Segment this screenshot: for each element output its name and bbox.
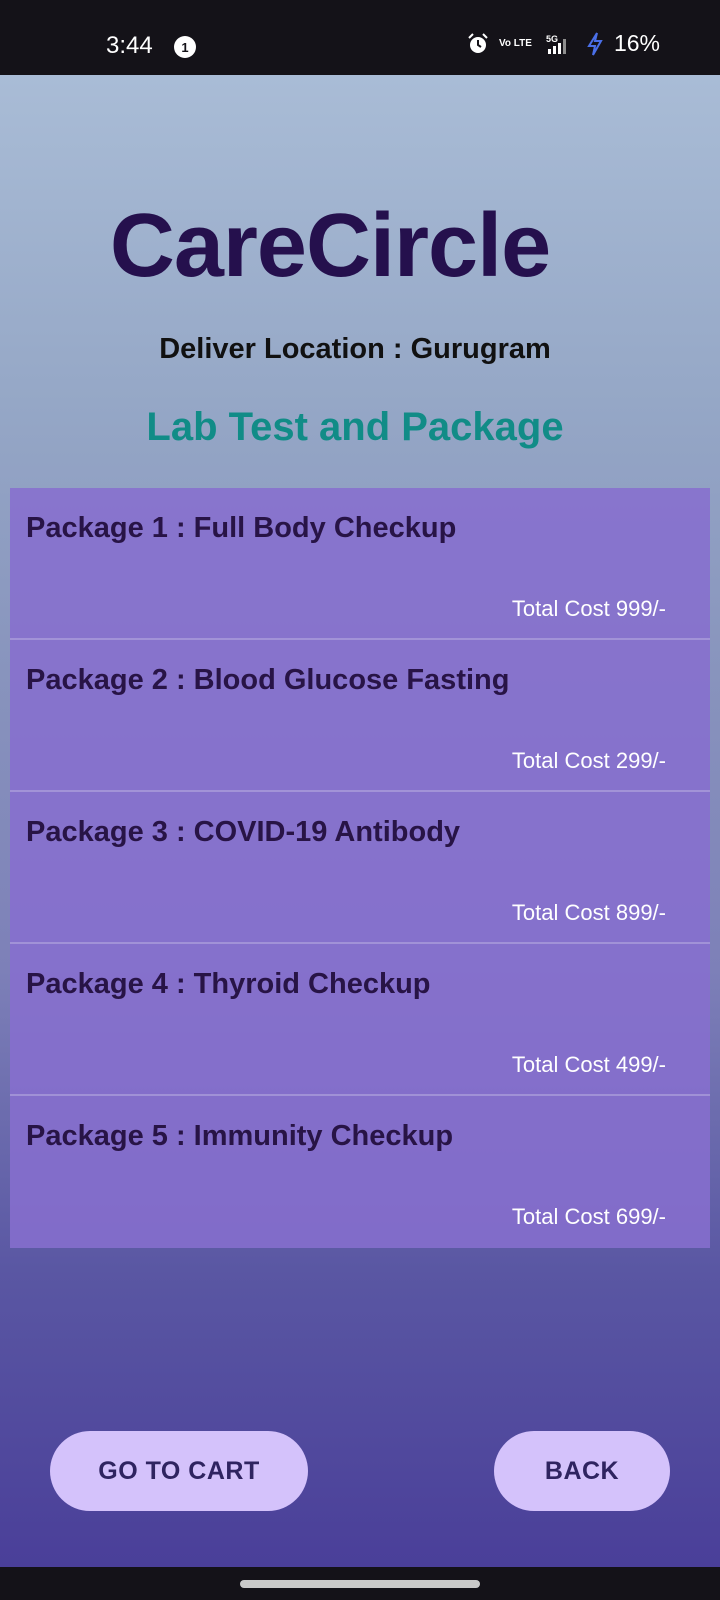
package-cost: Total Cost 699/- — [511, 1204, 666, 1229]
home-indicator[interactable] — [240, 1580, 480, 1588]
status-bar: 3:44 1 Vo LTE 5G 16% — [0, 0, 720, 75]
go-to-cart-button[interactable]: GO TO CART — [50, 1431, 308, 1511]
package-name: Package 5 : Immunity Checkup — [26, 1120, 454, 1152]
notification-badge: 1 — [174, 36, 196, 58]
package-name: Package 2 : Blood Glucose Fasting — [26, 664, 510, 696]
charging-bolt-icon — [587, 31, 603, 55]
package-cost: Total Cost 299/- — [511, 748, 666, 773]
package-item-2[interactable]: Package 2 : Blood Glucose Fasting Total … — [10, 640, 710, 792]
network-type-label: 5G — [546, 34, 558, 44]
package-item-3[interactable]: Package 3 : COVID-19 Antibody Total Cost… — [10, 792, 710, 944]
package-list: Package 1 : Full Body Checkup Total Cost… — [10, 488, 710, 1248]
battery-percentage: 16% — [613, 30, 660, 56]
back-button[interactable]: BACK — [494, 1431, 670, 1511]
deliver-location: Deliver Location : Gurugram — [159, 333, 551, 365]
status-icons: Vo LTE 5G 16% — [467, 30, 660, 57]
app-title: CareCircle — [109, 196, 551, 296]
alarm-icon — [468, 32, 488, 53]
status-time: 3:44 — [106, 32, 153, 59]
section-title: Lab Test and Package — [146, 405, 564, 449]
package-item-5[interactable]: Package 5 : Immunity Checkup Total Cost … — [10, 1096, 710, 1248]
package-cost: Total Cost 999/- — [511, 596, 666, 621]
package-item-1[interactable]: Package 1 : Full Body Checkup Total Cost… — [10, 488, 710, 640]
app-screen: CareCircle Deliver Location : Gurugram L… — [0, 75, 720, 1567]
signal-icon: 5G — [546, 34, 566, 54]
navigation-bar — [0, 1567, 720, 1600]
package-cost: Total Cost 499/- — [511, 1052, 666, 1077]
package-item-4[interactable]: Package 4 : Thyroid Checkup Total Cost 4… — [10, 944, 710, 1096]
package-name: Package 1 : Full Body Checkup — [26, 512, 457, 544]
package-cost: Total Cost 899/- — [511, 900, 666, 925]
package-name: Package 4 : Thyroid Checkup — [26, 968, 431, 1000]
volte-icon: Vo LTE — [498, 37, 532, 49]
package-name: Package 3 : COVID-19 Antibody — [26, 816, 461, 848]
